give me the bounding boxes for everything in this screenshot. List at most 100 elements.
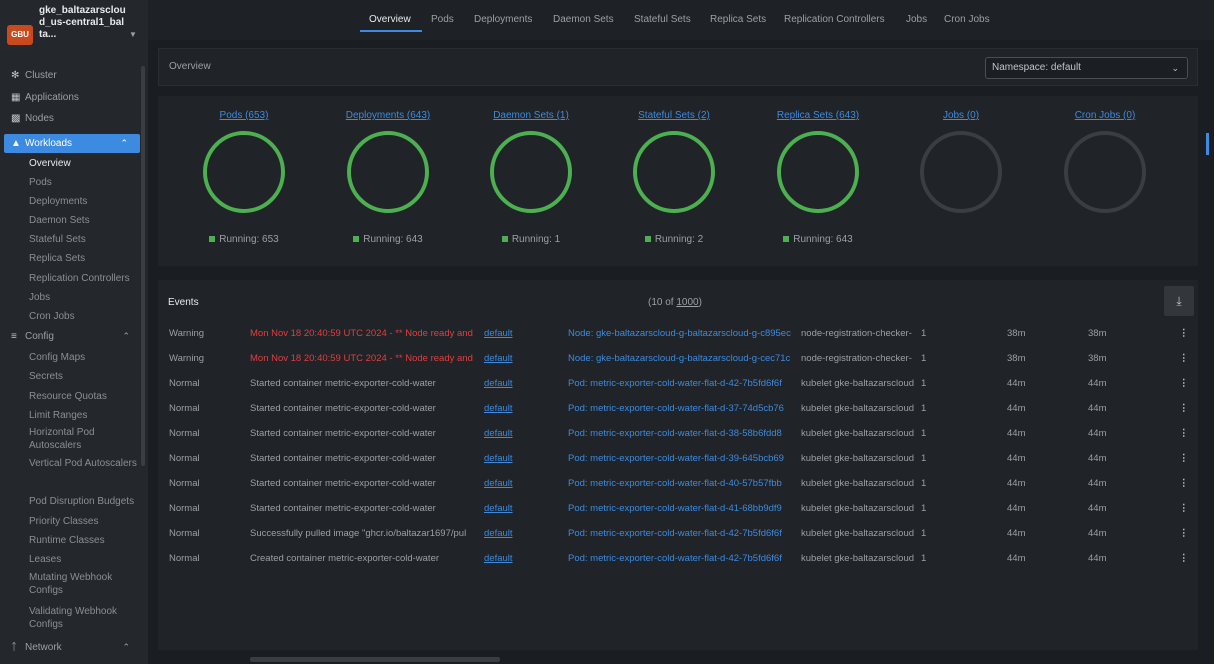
chart-label[interactable]: Daemon Sets (1) xyxy=(461,110,601,121)
sidebar-item-limit-ranges[interactable]: Limit Ranges xyxy=(0,406,142,425)
more-menu-icon[interactable]: ⋮ xyxy=(1179,428,1187,439)
table-row[interactable]: Normal Started container metric-exporter-… xyxy=(158,446,1198,471)
tab-replication-controllers[interactable]: Replication Controllers xyxy=(784,14,885,25)
sidebar-item-resource-quotas[interactable]: Resource Quotas xyxy=(0,387,142,406)
sidebar-item-cron-jobs[interactable]: Cron Jobs xyxy=(0,307,142,326)
event-namespace-link[interactable]: default xyxy=(484,328,544,339)
sidebar-item-validating-webhook-configs[interactable]: Validating Webhook Configs xyxy=(0,603,142,633)
chart-label[interactable]: Replica Sets (643) xyxy=(748,110,888,121)
sidebar-scrollbar[interactable] xyxy=(141,66,145,466)
event-object-link[interactable]: Pod: metric-exporter-cold-water-flat-d-3… xyxy=(568,428,800,439)
event-object-link[interactable]: Pod: metric-exporter-cold-water-flat-d-4… xyxy=(568,378,800,389)
table-row[interactable]: Normal Started container metric-exporter-… xyxy=(158,421,1198,446)
sidebar-item-pod-disruption-budgets[interactable]: Pod Disruption Budgets xyxy=(0,492,142,511)
sidebar-item-horizontal-pod-autoscalers[interactable]: Horizontal Pod Autoscalers xyxy=(0,424,142,454)
donut-ring xyxy=(347,131,429,213)
event-count: 1 xyxy=(921,553,927,564)
table-row[interactable]: Normal Started container metric-exporter-… xyxy=(158,471,1198,496)
sidebar-item-deployments[interactable]: Deployments xyxy=(0,192,142,211)
event-first-seen: 44m xyxy=(1007,403,1026,414)
chart-label[interactable]: Pods (653) xyxy=(174,110,314,121)
namespace-select[interactable]: Namespace: default ⌄ xyxy=(985,57,1188,79)
tab-stateful-sets[interactable]: Stateful Sets xyxy=(634,14,691,25)
tab-deployments[interactable]: Deployments xyxy=(474,14,532,25)
tab-pods[interactable]: Pods xyxy=(431,14,454,25)
table-row[interactable]: Warning Mon Nov 18 20:40:59 UTC 2024 - **… xyxy=(158,346,1198,371)
more-menu-icon[interactable]: ⋮ xyxy=(1179,403,1187,414)
sidebar-item-replica-sets[interactable]: Replica Sets xyxy=(0,249,142,268)
table-row[interactable]: Normal Started container metric-exporter-… xyxy=(158,371,1198,396)
table-row[interactable]: Warning Mon Nov 18 20:40:59 UTC 2024 - **… xyxy=(158,321,1198,346)
chart-label[interactable]: Cron Jobs (0) xyxy=(1035,110,1175,121)
download-icon[interactable]: ⤓ xyxy=(1164,286,1194,316)
event-object-link[interactable]: Pod: metric-exporter-cold-water-flat-d-3… xyxy=(568,403,800,414)
event-object-link[interactable]: Pod: metric-exporter-cold-water-flat-d-4… xyxy=(568,503,800,514)
sidebar-item-applications[interactable]: ▦ Applications xyxy=(0,88,142,107)
event-count: 1 xyxy=(921,328,927,339)
more-menu-icon[interactable]: ⋮ xyxy=(1179,478,1187,489)
sidebar-item-replication-controllers[interactable]: Replication Controllers xyxy=(0,269,142,288)
event-object-link[interactable]: Pod: metric-exporter-cold-water-flat-d-3… xyxy=(568,453,800,464)
horizontal-scrollbar[interactable] xyxy=(250,657,500,662)
chart-label[interactable]: Jobs (0) xyxy=(891,110,1031,121)
tab-replica-sets[interactable]: Replica Sets xyxy=(710,14,766,25)
tab-cron-jobs[interactable]: Cron Jobs xyxy=(944,14,990,25)
sidebar-item-nodes[interactable]: ▩ Nodes xyxy=(0,109,142,128)
sidebar-item-daemon-sets[interactable]: Daemon Sets xyxy=(0,211,142,230)
sidebar-item-stateful-sets[interactable]: Stateful Sets xyxy=(0,230,142,249)
event-namespace-link[interactable]: default xyxy=(484,553,544,564)
event-namespace-link[interactable]: default xyxy=(484,478,544,489)
more-menu-icon[interactable]: ⋮ xyxy=(1179,528,1187,539)
sidebar-item-runtime-classes[interactable]: Runtime Classes xyxy=(0,531,142,550)
chart-label[interactable]: Deployments (643) xyxy=(318,110,458,121)
sidebar-item-pods[interactable]: Pods xyxy=(0,173,142,192)
more-menu-icon[interactable]: ⋮ xyxy=(1179,553,1187,564)
more-menu-icon[interactable]: ⋮ xyxy=(1179,453,1187,464)
tab-jobs[interactable]: Jobs xyxy=(906,14,927,25)
event-namespace-link[interactable]: default xyxy=(484,503,544,514)
event-namespace-link[interactable]: default xyxy=(484,353,544,364)
tab-daemon-sets[interactable]: Daemon Sets xyxy=(553,14,614,25)
event-namespace-link[interactable]: default xyxy=(484,453,544,464)
event-object-link[interactable]: Node: gke-baltazarscloud-g-baltazarsclou… xyxy=(568,353,800,364)
event-first-seen: 44m xyxy=(1007,478,1026,489)
event-namespace-link[interactable]: default xyxy=(484,378,544,389)
event-namespace-link[interactable]: default xyxy=(484,428,544,439)
more-menu-icon[interactable]: ⋮ xyxy=(1179,328,1187,339)
chart-label[interactable]: Stateful Sets (2) xyxy=(604,110,744,121)
events-count-total[interactable]: 1000 xyxy=(676,297,698,308)
sidebar-item-priority-classes[interactable]: Priority Classes xyxy=(0,512,142,531)
chevron-down-icon[interactable]: ▼ xyxy=(129,30,137,39)
sidebar-item-config[interactable]: ≡ Config ⌃ xyxy=(0,327,142,346)
sidebar-item-overview[interactable]: Overview xyxy=(0,154,142,173)
sidebar-item-secrets[interactable]: Secrets xyxy=(0,367,142,386)
sidebar-item-vertical-pod-autoscalers[interactable]: Vertical Pod Autoscalers xyxy=(0,455,142,485)
event-object-link[interactable]: Pod: metric-exporter-cold-water-flat-d-4… xyxy=(568,553,800,564)
more-menu-icon[interactable]: ⋮ xyxy=(1179,353,1187,364)
event-namespace-link[interactable]: default xyxy=(484,528,544,539)
legend-label: Running: 643 xyxy=(793,234,853,245)
event-object-link[interactable]: Pod: metric-exporter-cold-water-flat-d-4… xyxy=(568,528,800,539)
tab-overview[interactable]: Overview xyxy=(369,14,411,25)
table-row[interactable]: Normal Created container metric-exporter-… xyxy=(158,546,1198,571)
event-namespace-link[interactable]: default xyxy=(484,403,544,414)
sidebar-item-mutating-webhook-configs[interactable]: Mutating Webhook Configs xyxy=(0,569,142,599)
event-source: kubelet gke-baltazarscloud xyxy=(801,378,915,389)
more-menu-icon[interactable]: ⋮ xyxy=(1179,503,1187,514)
cluster-header[interactable]: GBU gke_baltazarscloud_us-central1_balta… xyxy=(0,0,148,60)
table-row[interactable]: Normal Started container metric-exporter-… xyxy=(158,396,1198,421)
table-row[interactable]: Normal Started container metric-exporter-… xyxy=(158,496,1198,521)
sidebar: GBU gke_baltazarscloud_us-central1_balta… xyxy=(0,0,148,664)
event-object-link[interactable]: Pod: metric-exporter-cold-water-flat-d-4… xyxy=(568,478,800,489)
sidebar-item-cluster[interactable]: ✻ Cluster xyxy=(0,66,142,85)
sidebar-item-leases[interactable]: Leases xyxy=(0,550,142,569)
sidebar-item-network[interactable]: ᛏ Network ⌃ xyxy=(0,638,142,657)
event-object-link[interactable]: Node: gke-baltazarscloud-g-baltazarsclou… xyxy=(568,328,800,339)
donut-chart xyxy=(347,131,429,213)
event-type: Normal xyxy=(169,403,200,414)
sidebar-item-jobs[interactable]: Jobs xyxy=(0,288,142,307)
more-menu-icon[interactable]: ⋮ xyxy=(1179,378,1187,389)
table-row[interactable]: Normal Successfully pulled image "ghcr.io… xyxy=(158,521,1198,546)
sidebar-item-workloads[interactable]: ▲ Workloads ⌃ xyxy=(4,134,140,153)
sidebar-item-config-maps[interactable]: Config Maps xyxy=(0,348,142,367)
